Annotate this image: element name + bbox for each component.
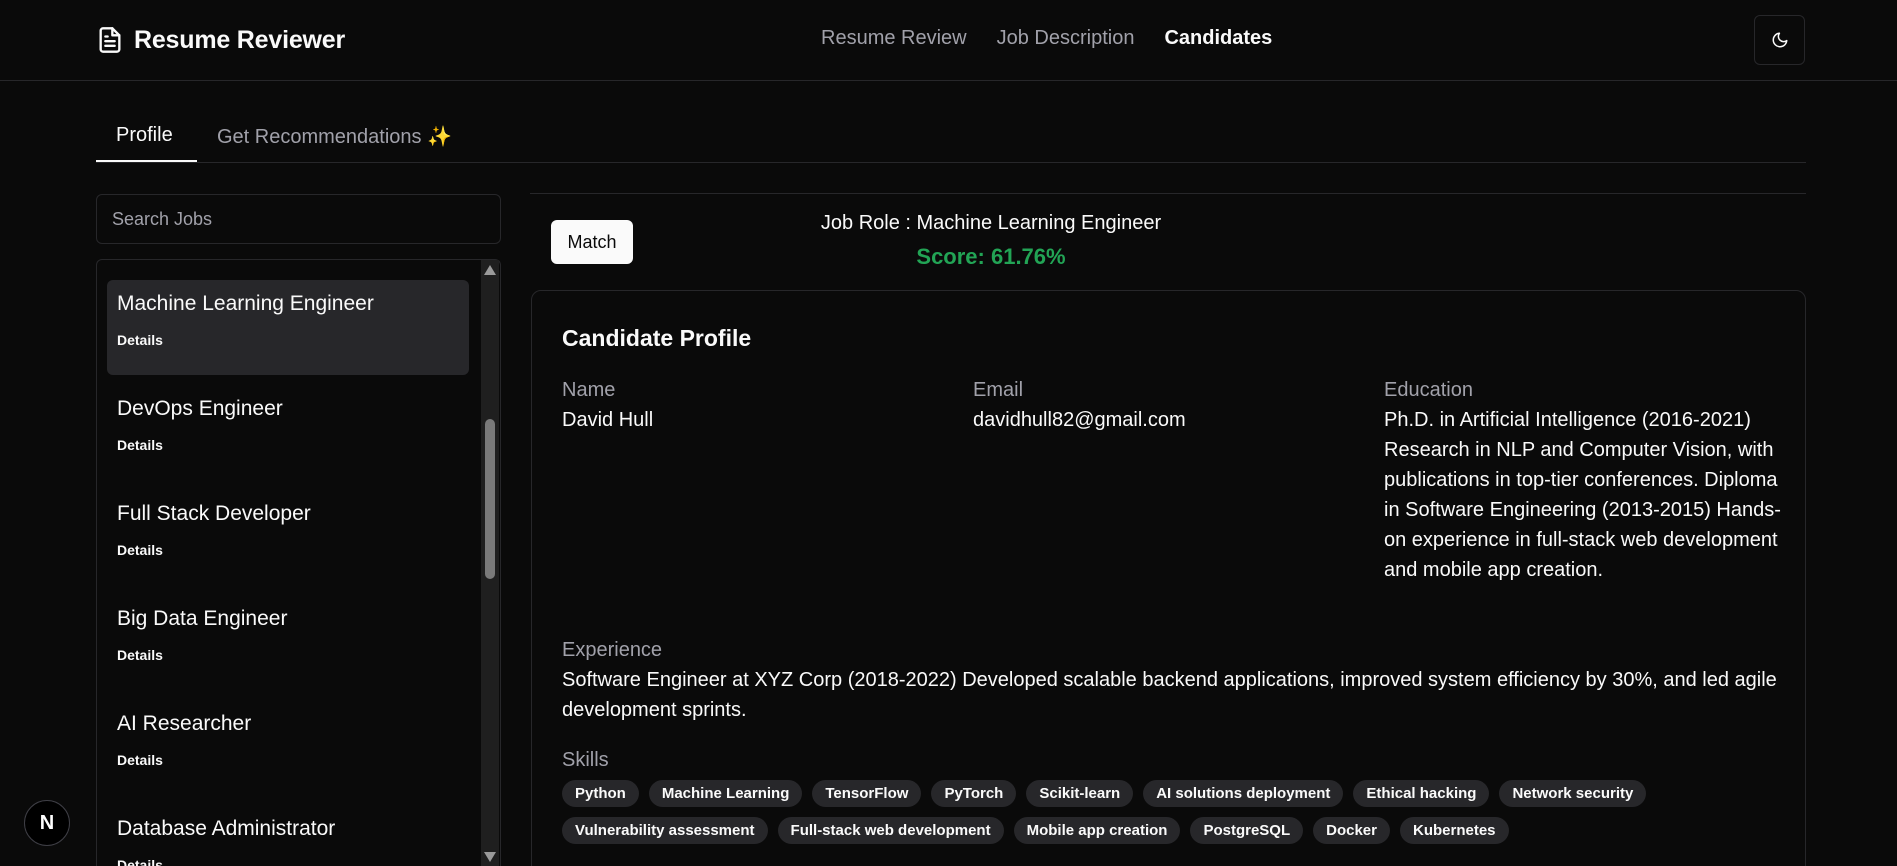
card-title: Candidate Profile [562,325,752,351]
skill-chip: TensorFlow [812,780,922,807]
job-details-link[interactable]: Details [117,752,163,768]
job-list-scrollbar[interactable] [481,260,499,866]
job-title: AI Researcher [117,712,252,735]
skill-chip: Vulnerability assessment [562,817,768,844]
skill-chip: Network security [1499,780,1647,807]
main-nav: Resume Review Job Description Candidates [821,27,1272,50]
skill-chip: Python [562,780,639,807]
job-list: Machine Learning Engineer Details DevOps… [96,259,501,866]
match-button[interactable]: Match [551,220,633,264]
job-details-link[interactable]: Details [117,332,163,348]
candidate-profile-card: Candidate Profile Name David Hull Email … [531,290,1806,866]
candidate-email: davidhull82@gmail.com [973,409,1186,431]
candidate-education: Ph.D. in Artificial Intelligence (2016-2… [1384,409,1781,581]
skill-chip: PostgreSQL [1190,817,1304,844]
file-text-icon [99,27,121,53]
badge-letter: N [39,811,55,834]
job-list-item[interactable]: DevOps Engineer Details [107,385,469,480]
job-details-link[interactable]: Details [117,437,163,453]
tab-profile[interactable]: Profile [116,124,173,147]
job-list-item[interactable]: Database Administrator Details [107,805,469,866]
job-list-item[interactable]: Full Stack Developer Details [107,490,469,585]
theme-toggle-button[interactable] [1754,15,1805,65]
scroll-up-arrow-icon[interactable] [484,265,496,275]
app-title: Resume Reviewer [134,25,346,54]
skill-chip: AI solutions deployment [1143,780,1344,807]
job-details-link[interactable]: Details [117,542,163,558]
job-title: Machine Learning Engineer [117,292,374,315]
skill-chip: Machine Learning [648,780,803,807]
profile-tabs: Profile Get Recommendations ✨ [96,110,1806,163]
scroll-thumb[interactable] [485,419,495,579]
nextjs-badge-icon[interactable]: N [24,800,70,846]
moon-icon [1772,32,1787,48]
job-title: Full Stack Developer [117,502,311,525]
active-tab-indicator [96,160,197,162]
skill-chip: Scikit-learn [1026,780,1134,807]
nav-resume-review[interactable]: Resume Review [821,27,967,50]
skill-chip: PyTorch [931,780,1017,807]
skill-chip: Kubernetes [1399,817,1509,844]
job-details-link[interactable]: Details [117,857,163,866]
skill-chip: Full-stack web development [777,817,1004,844]
match-score: Score: 61.76% [916,244,1066,269]
email-label: Email [973,379,1024,401]
skill-chip: Ethical hacking [1353,780,1490,807]
name-label: Name [562,379,616,401]
skill-chip: Docker [1313,817,1390,844]
divider [530,193,1806,194]
tab-get-recommendations[interactable]: Get Recommendations ✨ [217,124,452,149]
skills-list: Python Machine Learning TensorFlow PyTor… [562,780,1782,844]
education-label: Education [1384,379,1473,401]
job-title: Big Data Engineer [117,607,288,630]
skill-chip: Mobile app creation [1013,817,1181,844]
search-jobs-input[interactable] [96,194,501,244]
nav-candidates[interactable]: Candidates [1164,27,1272,50]
top-header: Resume Reviewer Resume Review Job Descri… [0,0,1897,81]
experience-label: Experience [562,639,663,661]
job-title: DevOps Engineer [117,397,283,420]
job-list-item[interactable]: Machine Learning Engineer Details [107,280,469,375]
scroll-down-arrow-icon[interactable] [484,852,496,862]
nav-job-description[interactable]: Job Description [997,27,1135,50]
brand[interactable]: Resume Reviewer [96,24,345,56]
job-title: Database Administrator [117,817,336,840]
page: Resume Reviewer Resume Review Job Descri… [0,0,1897,866]
job-details-link[interactable]: Details [117,647,163,663]
skills-label: Skills [562,749,609,771]
job-list-item[interactable]: AI Researcher Details [107,700,469,795]
job-role-label: Job Role : Machine Learning Engineer [820,212,1162,234]
candidate-name: David Hull [562,409,654,431]
job-list-item[interactable]: Big Data Engineer Details [107,595,469,690]
candidate-experience: Software Engineer at XYZ Corp (2018-2022… [562,669,1777,721]
